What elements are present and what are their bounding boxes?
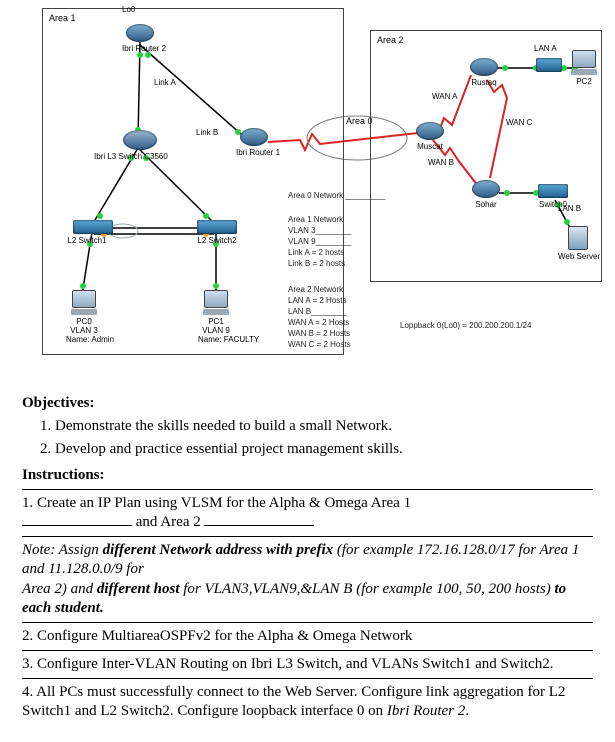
linkB-label: Link B [196, 128, 218, 137]
instruction-1: 1. Create an IP Plan using VLSM for the … [22, 494, 593, 532]
pc-icon [572, 50, 596, 68]
loopback-note: Loppback 0(Lo0) = 200.200.200.1/24 [400, 320, 531, 331]
l2-switch1: L2 Switch1 [70, 220, 116, 245]
switch-icon [197, 220, 237, 234]
area1-notes: Area 1 Network VLAN 3________ VLAN 9____… [288, 214, 351, 269]
muscat-router: Muscat [412, 122, 448, 151]
document-text: Objectives: 1. Demonstrate the skills ne… [0, 380, 615, 742]
router-icon [472, 180, 500, 198]
network-diagram: Area 1 Area 2 Ibri Router 2 Lo0 Ibri Rou… [0, 0, 615, 380]
area0-label: Area 0 [346, 116, 373, 126]
server-icon [568, 226, 588, 250]
wanB-label: WAN B [428, 158, 454, 167]
area2-title: Area 2 [377, 35, 404, 45]
pc-icon [204, 290, 228, 308]
l3-switch-icon [123, 130, 157, 150]
wanC-label: WAN C [506, 118, 532, 127]
rustaq-router: Rustaq [466, 58, 502, 87]
ibri-l3-switch: Ibri L3 Switch C3560 [118, 130, 162, 161]
ibri-router1: Ibri Router 1 [236, 128, 272, 157]
pc1: PC1 VLAN 9 Name: FACULTY [198, 290, 234, 344]
router-icon [416, 122, 444, 140]
router-icon [240, 128, 268, 146]
l2-switch2: L2 Switch2 [194, 220, 240, 245]
lanA-label: LAN A [534, 44, 557, 53]
sohar-router: Sohar [468, 180, 504, 209]
wanA-label: WAN A [432, 92, 457, 101]
lo0-label: Lo0 [122, 5, 135, 14]
linkA-label: Link A [154, 78, 176, 87]
router-icon [470, 58, 498, 76]
area2-switch-top [534, 58, 564, 72]
area1-title: Area 1 [49, 13, 76, 23]
instructions-heading: Instructions: [22, 466, 593, 485]
instruction-3: 3. Configure Inter-VLAN Routing on Ibri … [22, 655, 593, 674]
area0-notes: Area 0 Network _________ [288, 190, 385, 201]
blank-fill [22, 513, 132, 526]
note-block: Note: Assign different Network address w… [22, 541, 593, 618]
area2-notes: Area 2 Network LAN A = 2 Hosts LAN B____… [288, 284, 351, 350]
switch-icon [536, 58, 562, 72]
switch-icon [538, 184, 568, 198]
instruction-2: 2. Configure MultiareaOSPFv2 for the Alp… [22, 627, 593, 646]
pc0: PC0 VLAN 3 Name: Admin [66, 290, 102, 344]
objective-2: 2. Develop and practice essential projec… [40, 440, 593, 459]
switch-icon [73, 220, 113, 234]
web-server: Web Server [558, 226, 598, 261]
router-icon [126, 24, 154, 42]
objectives-heading: Objectives: [22, 394, 593, 413]
instruction-4: 4. All PCs must successfully connect to … [22, 683, 593, 721]
lanB-label: LAN B [558, 204, 581, 213]
pc2: PC2 [570, 50, 598, 86]
blank-fill [204, 513, 314, 526]
objective-1: 1. Demonstrate the skills needed to buil… [40, 417, 593, 436]
pc-icon [72, 290, 96, 308]
ibri-router2: Ibri Router 2 [122, 24, 158, 53]
